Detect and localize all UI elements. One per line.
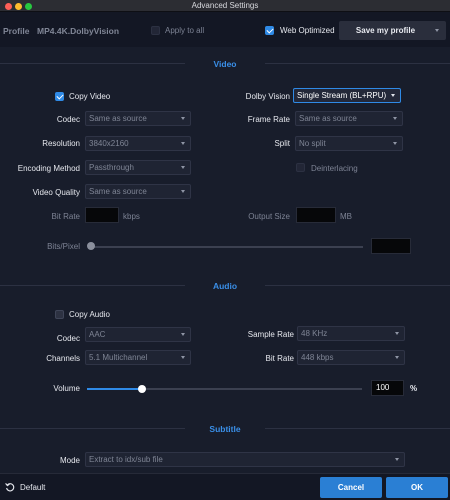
cancel-button[interactable]: Cancel xyxy=(320,477,382,498)
copy-video-label: Copy Video xyxy=(69,92,111,101)
video-bit-rate-label: Bit Rate xyxy=(51,212,80,221)
profile-label: Profile xyxy=(3,26,30,36)
split-select[interactable]: No split xyxy=(295,136,403,151)
web-optimized-checkbox[interactable] xyxy=(265,26,274,35)
volume-unit: % xyxy=(410,384,418,393)
chevron-down-icon xyxy=(435,29,439,32)
ok-label: OK xyxy=(411,483,423,492)
deinterlacing-label: Deinterlacing xyxy=(311,164,358,173)
copy-audio-checkbox[interactable] xyxy=(55,310,64,319)
encoding-method-select[interactable]: Passthrough xyxy=(85,160,191,175)
sample-rate-select[interactable]: 48 KHz xyxy=(297,326,405,341)
chevron-down-icon xyxy=(181,117,185,120)
bits-per-pixel-slider-thumb[interactable] xyxy=(87,242,95,250)
resolution-select[interactable]: 3840x2160 xyxy=(85,136,191,151)
codec-label: Codec xyxy=(56,115,80,124)
chevron-down-icon xyxy=(395,458,399,461)
frame-rate-value: Same as source xyxy=(299,114,357,123)
chevron-down-icon xyxy=(181,190,185,193)
channels-label: Channels xyxy=(46,354,80,363)
output-size-input[interactable] xyxy=(296,207,336,223)
output-size-label: Output Size xyxy=(248,212,290,221)
title-bar: Advanced Settings xyxy=(0,0,450,12)
output-size-unit: MB xyxy=(340,212,352,221)
video-codec-value: Same as source xyxy=(89,114,147,123)
subtitle-mode-value: Extract to idx/sub file xyxy=(89,455,163,464)
subtitle-section-title: Subtitle xyxy=(185,424,265,434)
resolution-value: 3840x2160 xyxy=(89,139,129,148)
dolby-vision-select[interactable]: Single Stream (BL+RPU) xyxy=(293,88,401,103)
frame-rate-select[interactable]: Same as source xyxy=(295,111,403,126)
apply-to-all-checkbox[interactable] xyxy=(151,26,160,35)
cancel-label: Cancel xyxy=(337,483,365,492)
audio-bit-rate-label: Bit Rate xyxy=(265,354,294,363)
audio-bit-rate-select[interactable]: 448 kbps xyxy=(297,350,405,365)
video-bit-rate-input[interactable] xyxy=(85,207,119,223)
ok-button[interactable]: OK xyxy=(386,477,448,498)
encoding-method-value: Passthrough xyxy=(89,163,134,172)
default-label: Default xyxy=(20,483,46,492)
audio-codec-value: AAC xyxy=(89,330,106,339)
resolution-label: Resolution xyxy=(42,139,80,148)
audio-section-title: Audio xyxy=(185,281,265,291)
video-quality-label: Video Quality xyxy=(32,188,80,197)
deinterlacing-checkbox[interactable] xyxy=(296,163,305,172)
channels-value: 5.1 Multichannel xyxy=(89,353,148,362)
audio-codec-select[interactable]: AAC xyxy=(85,327,191,342)
split-value: No split xyxy=(299,139,326,148)
chevron-down-icon xyxy=(181,166,185,169)
audio-bit-rate-value: 448 kbps xyxy=(301,353,334,362)
bits-per-pixel-input[interactable] xyxy=(371,238,411,254)
chevron-down-icon xyxy=(181,333,185,336)
copy-audio-label: Copy Audio xyxy=(69,310,110,319)
video-codec-select[interactable]: Same as source xyxy=(85,111,191,126)
chevron-down-icon xyxy=(395,356,399,359)
chevron-down-icon xyxy=(181,142,185,145)
audio-codec-label: Codec xyxy=(56,334,80,343)
chevron-down-icon xyxy=(181,356,185,359)
save-profile-button[interactable]: Save my profile xyxy=(339,21,446,40)
volume-slider-fill xyxy=(87,388,142,390)
profile-value: MP4.4K.DolbyVision xyxy=(37,26,120,36)
video-section-title: Video xyxy=(185,59,265,69)
channels-select[interactable]: 5.1 Multichannel xyxy=(85,350,191,365)
web-optimized-label: Web Optimized xyxy=(280,26,335,35)
dolby-vision-value: Single Stream (BL+RPU) xyxy=(297,91,387,100)
video-quality-select[interactable]: Same as source xyxy=(85,184,191,199)
frame-rate-label: Frame Rate xyxy=(247,115,290,124)
bits-per-pixel-label: Bits/Pixel xyxy=(47,242,80,251)
encoding-method-label: Encoding Method xyxy=(17,164,80,173)
chevron-down-icon xyxy=(393,117,397,120)
subtitle-mode-select[interactable]: Extract to idx/sub file xyxy=(85,452,405,467)
dolby-vision-label: Dolby Vision xyxy=(245,92,290,101)
apply-to-all-label: Apply to all xyxy=(165,26,205,35)
window-title: Advanced Settings xyxy=(191,1,259,10)
split-label: Split xyxy=(274,139,290,148)
copy-video-checkbox[interactable] xyxy=(55,92,64,101)
default-button[interactable]: Default xyxy=(5,482,65,496)
video-quality-value: Same as source xyxy=(89,187,147,196)
chevron-down-icon xyxy=(393,142,397,145)
sample-rate-value: 48 KHz xyxy=(301,329,328,338)
volume-slider-thumb[interactable] xyxy=(138,385,146,393)
chevron-down-icon xyxy=(391,94,395,97)
subtitle-mode-label: Mode xyxy=(59,456,80,465)
footer-bar xyxy=(0,473,450,500)
chevron-down-icon xyxy=(395,332,399,335)
volume-value: 100 xyxy=(376,383,390,392)
sample-rate-label: Sample Rate xyxy=(247,330,294,339)
save-profile-label: Save my profile xyxy=(355,26,416,35)
video-bit-rate-unit: kbps xyxy=(123,212,140,221)
reset-icon xyxy=(5,483,15,492)
bits-per-pixel-slider[interactable] xyxy=(91,246,363,248)
volume-label: Volume xyxy=(53,384,80,393)
volume-input[interactable]: 100 xyxy=(371,380,404,396)
